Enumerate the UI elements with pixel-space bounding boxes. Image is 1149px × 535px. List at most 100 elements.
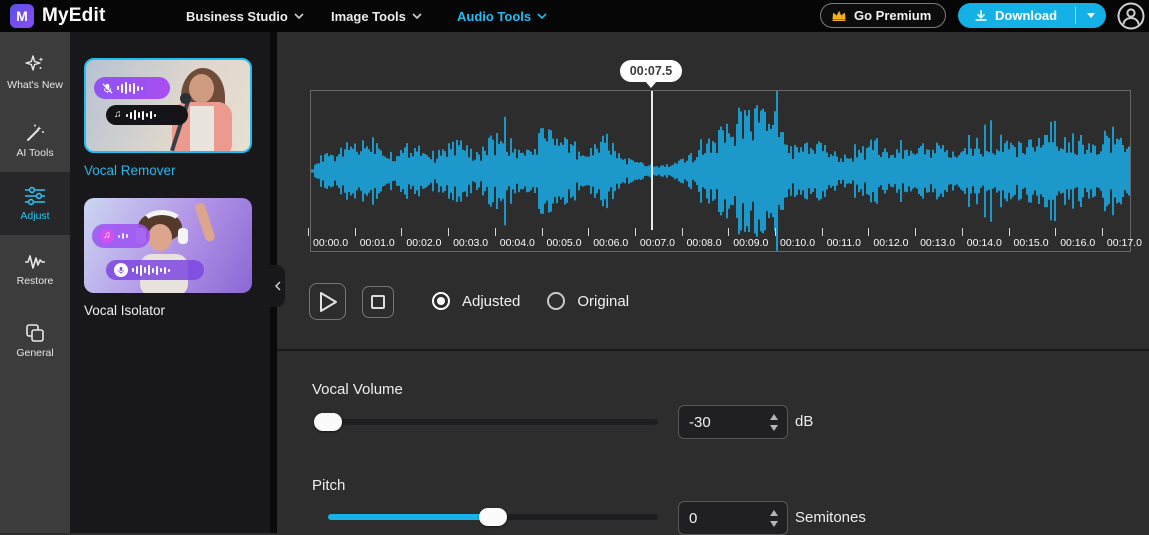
timeline-tick [821,228,823,236]
timeline-tick [775,228,776,236]
preview-mode-group: Adjusted Original [432,292,629,310]
music-badge: ♫ [92,224,150,248]
timeline-tick-label: 00:01.0 [359,237,395,249]
sidebar-item-label: AI Tools [16,147,54,159]
timeline-tick [448,228,450,236]
tool-card-vocal-isolator[interactable]: ♫ [84,198,252,293]
timeline-tick [728,228,730,236]
playhead-line[interactable] [651,91,653,230]
play-button[interactable] [309,283,346,320]
radio-selected-icon [432,292,450,310]
timeline-tick [354,228,356,236]
timeline-tick-label: 00:16.0 [1060,237,1096,249]
stepper-up-button[interactable] [770,413,778,420]
stepper-up-button[interactable] [770,509,778,516]
thumbnail-decoration [189,74,214,103]
timeline-tick-label: 00:02.0 [406,237,442,249]
stepper-down-button[interactable] [770,520,778,527]
stepper-down-button[interactable] [770,424,778,431]
stepper-controls [765,509,787,527]
mic-icon [114,263,128,277]
vocal-badge [106,260,204,280]
layers-copy-icon [26,324,44,342]
app-root: M MyEdit Business Studio Image Tools Aud… [0,0,1149,535]
collapse-panel-button[interactable] [270,265,285,307]
sliders-icon [25,186,45,206]
timeline-tick [308,228,309,236]
stop-icon [371,295,385,309]
profile-icon[interactable] [1117,2,1145,30]
timeline-tick-label: 00:06.0 [593,237,629,249]
menu-label: Audio Tools [457,8,532,24]
pitch-unit: Semitones [795,509,866,526]
timeline-tick [401,228,403,236]
timeline-tick [915,228,917,236]
timeline-tick [494,228,496,236]
go-premium-label: Go Premium [854,8,932,23]
chevron-down-icon [412,12,422,19]
chevron-down-icon [537,12,547,19]
timeline-tick [868,228,870,236]
menu-business-studio[interactable]: Business Studio [186,0,304,32]
sidebar-item-general[interactable]: General [0,322,70,359]
radio-original[interactable]: Original [547,292,629,310]
slider-fill [328,514,493,520]
radio-unselected-icon [547,292,566,310]
thumbnail-decoration [190,106,214,151]
timeline-tick [588,228,590,236]
menu-label: Business Studio [186,8,288,24]
vocal-volume-label: Vocal Volume [312,381,403,398]
pitch-slider-thumb[interactable] [479,508,507,526]
menu-image-tools[interactable]: Image Tools [331,0,422,32]
tool-label-vocal-remover[interactable]: Vocal Remover [84,163,176,178]
tool-label-vocal-isolator[interactable]: Vocal Isolator [84,303,165,318]
waveform-restore-icon [25,255,45,269]
timeline-tick [961,228,963,236]
download-button[interactable]: Download [958,3,1106,28]
mic-muted-icon [102,82,113,94]
vocal-volume-slider-thumb[interactable] [314,413,342,431]
vocal-volume-slider[interactable] [328,419,658,425]
music-note-icon: ♫ [114,109,122,120]
sparkle-icon [25,55,44,71]
download-main[interactable]: Download [958,8,1075,23]
vocal-volume-input-box [678,405,788,439]
timeline-tick-label: 00:08.0 [686,237,722,249]
radio-adjusted[interactable]: Adjusted [432,292,520,310]
timeline-tick-label: 00:09.0 [733,237,769,249]
top-navbar: M MyEdit Business Studio Image Tools Aud… [0,0,1149,32]
timeline-tick-label: 00:14.0 [966,237,1002,249]
sidebar-item-restore[interactable]: Restore [0,252,70,287]
pitch-input-box [678,501,788,535]
menu-audio-tools[interactable]: Audio Tools [457,0,547,32]
pitch-input[interactable] [679,509,765,527]
waveform-bars [132,264,170,276]
icon-sidebar: What's New AI Tools Adjust Restore Gener… [0,32,70,533]
vocal-volume-input[interactable] [679,413,765,431]
vocal-volume-unit: dB [795,413,814,430]
timeline-tick-label: 00:17.0 [1106,237,1142,249]
tool-card-vocal-remover[interactable]: ♫ [84,58,252,153]
pitch-label: Pitch [312,477,346,494]
radio-label: Adjusted [462,292,521,310]
waveform-bars [125,110,156,120]
timeline-tick-label: 00:15.0 [1013,237,1049,249]
sidebar-item-ai-tools[interactable]: AI Tools [0,122,70,159]
timeline-tick-label: 00:07.0 [639,237,675,249]
sidebar-item-whats-new[interactable]: What's New [0,54,70,91]
timeline-tick [541,228,543,236]
timeline-tick [1055,228,1057,236]
timeline-tick [1101,228,1103,236]
muted-vocal-badge [94,77,170,99]
sidebar-item-label: General [16,347,54,359]
download-options-button[interactable] [1076,13,1106,18]
go-premium-button[interactable]: Go Premium [820,3,947,28]
sidebar-item-label: Restore [16,275,54,287]
chevron-down-icon [294,12,304,19]
thumbnail-decoration [194,201,216,243]
timeline-tick-label: 00:13.0 [920,237,956,249]
stop-button[interactable] [362,286,394,318]
timeline-tick [681,228,683,236]
sidebar-item-adjust[interactable]: Adjust [0,172,70,235]
brand-logo[interactable]: M MyEdit [10,4,105,28]
